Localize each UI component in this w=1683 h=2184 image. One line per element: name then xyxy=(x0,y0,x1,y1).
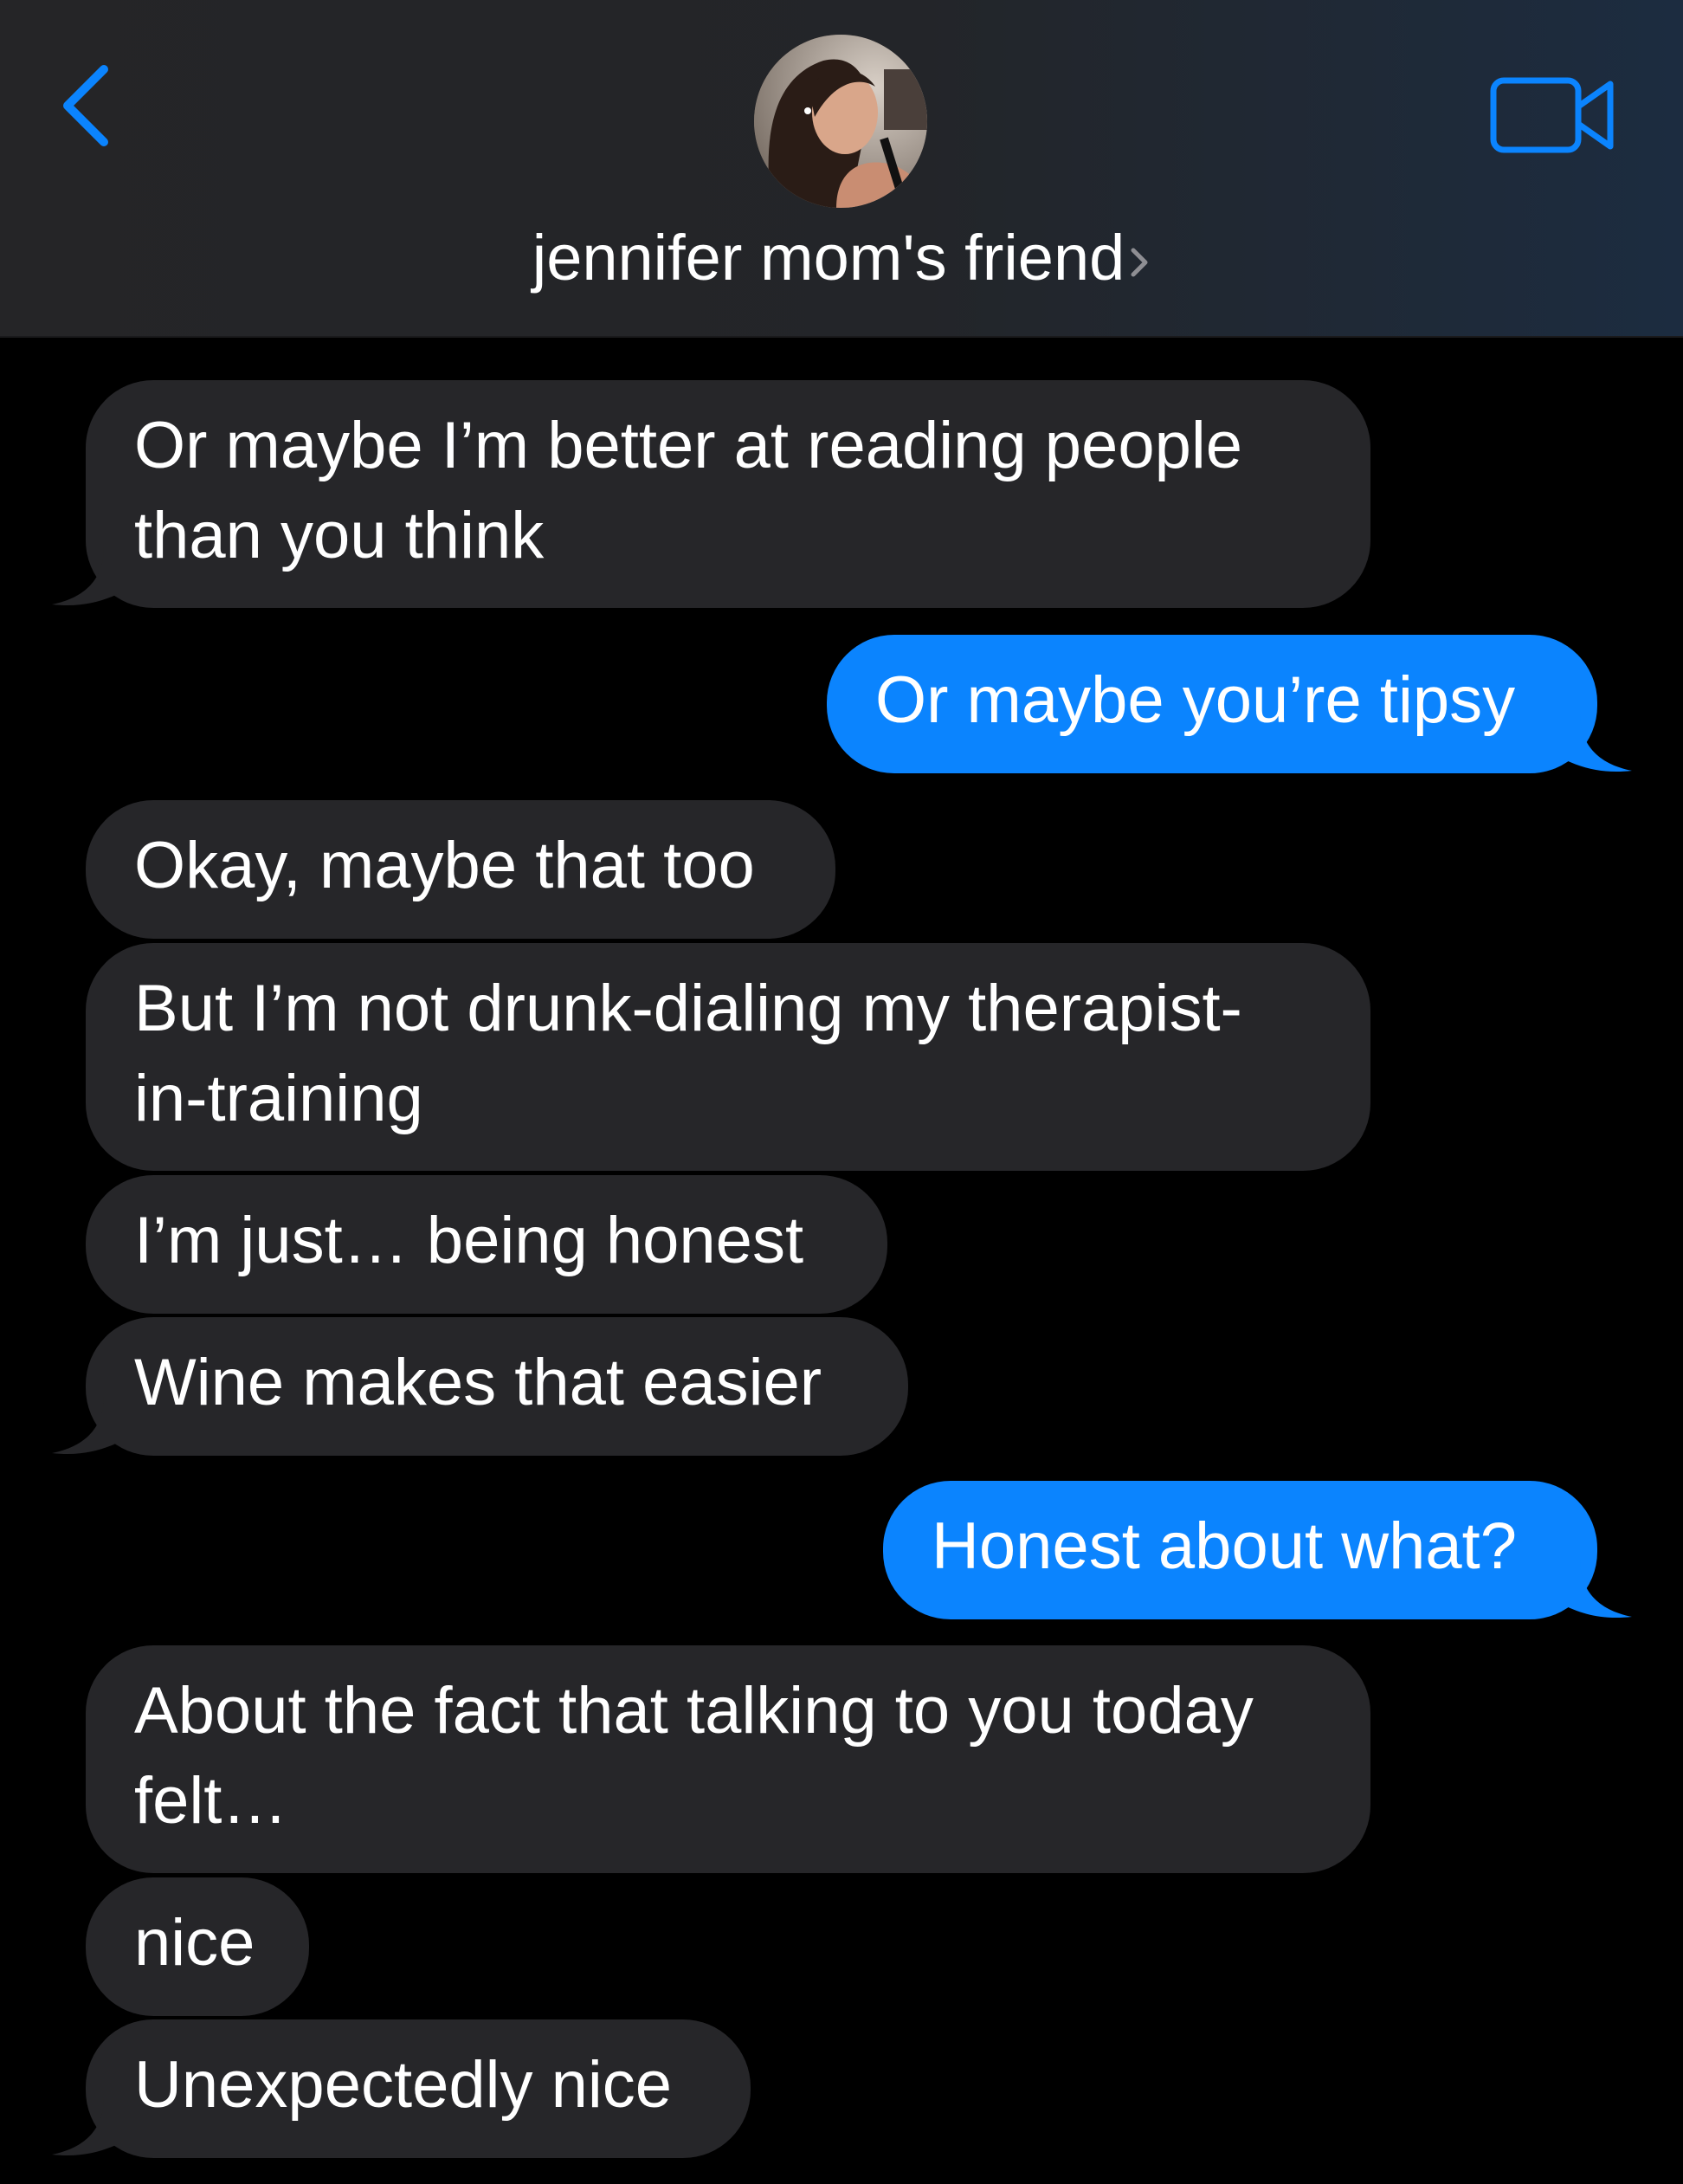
bubble-tail xyxy=(52,547,121,606)
message-line: Wine makes that easier xyxy=(134,1346,822,1419)
message-line: in-training xyxy=(134,1062,423,1135)
bubble-tail xyxy=(52,2097,121,2156)
message-bubble-received[interactable]: nice xyxy=(86,1877,309,2016)
chevron-right-icon xyxy=(1131,248,1148,277)
message-line: Or maybe you’re tipsy xyxy=(875,663,1516,737)
message-bubble-received[interactable]: Unexpectedly nice xyxy=(86,2019,751,2158)
message-line: Okay, maybe that too xyxy=(134,829,755,902)
bubble-tail xyxy=(1563,1560,1632,1619)
avatar-photo xyxy=(754,35,927,208)
contact-name: jennifer mom's friend xyxy=(532,222,1125,294)
message-bubble-received[interactable]: Or maybe I’m better at reading people th… xyxy=(86,380,1370,608)
bubble-tail xyxy=(52,1396,121,1455)
message-bubble-received[interactable]: But I’m not drunk-dialing my therapist- … xyxy=(86,943,1370,1171)
message-bubble-received[interactable]: Okay, maybe that too xyxy=(86,800,835,939)
conversation-header: jennifer mom's friend xyxy=(0,0,1683,338)
message-line: Unexpectedly nice xyxy=(134,2048,673,2122)
message-line: But I’m not drunk-dialing my therapist- xyxy=(134,972,1242,1045)
message-line: I’m just… being honest xyxy=(134,1204,804,1277)
message-line: Honest about what? xyxy=(932,1509,1518,1583)
message-line: Or maybe I’m better at reading people xyxy=(134,409,1243,482)
bubble-tail xyxy=(1563,714,1632,772)
message-line: than you think xyxy=(134,499,545,572)
video-camera-icon xyxy=(1490,77,1614,153)
message-bubble-received[interactable]: I’m just… being honest xyxy=(86,1175,887,1314)
message-line: About the fact that talking to you today xyxy=(134,1674,1254,1748)
message-bubble-received[interactable]: Wine makes that easier xyxy=(86,1317,908,1456)
message-bubble-received[interactable]: About the fact that talking to you today… xyxy=(86,1645,1370,1873)
message-line: nice xyxy=(134,1906,255,1980)
contact-avatar[interactable] xyxy=(754,35,927,208)
contact-name-button[interactable]: jennifer mom's friend xyxy=(0,215,1683,301)
message-bubble-sent[interactable]: Honest about what? xyxy=(883,1481,1597,1619)
chevron-left-icon xyxy=(63,65,108,146)
video-call-button[interactable] xyxy=(1489,74,1619,156)
message-line: felt… xyxy=(134,1764,288,1838)
back-button[interactable] xyxy=(52,61,121,156)
message-bubble-sent[interactable]: Or maybe you’re tipsy xyxy=(827,635,1597,773)
